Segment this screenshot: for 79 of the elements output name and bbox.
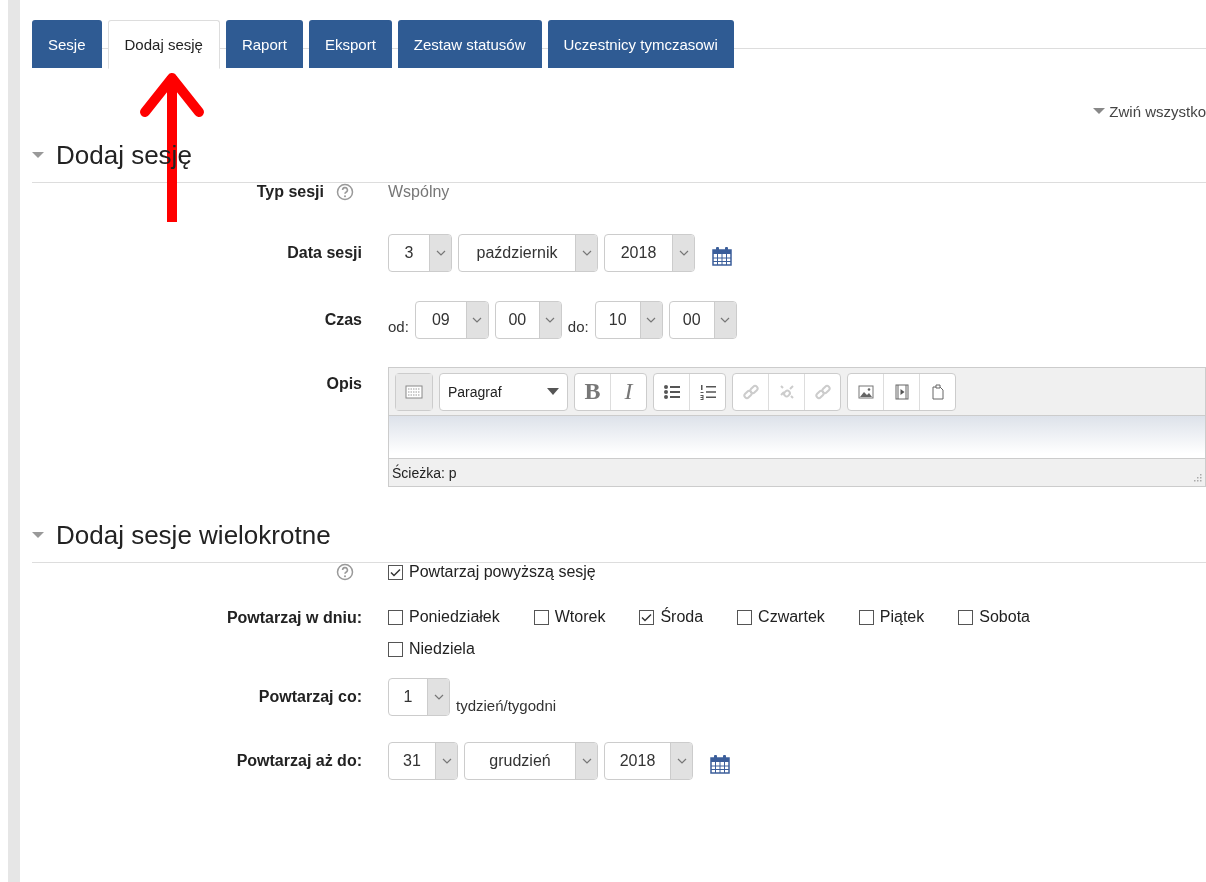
checkbox[interactable]	[858, 609, 874, 625]
dropdown[interactable]: 09	[414, 301, 489, 339]
tab[interactable]: Raport	[225, 20, 303, 68]
chevron-icon	[581, 250, 592, 256]
dropdown[interactable]: grudzień	[464, 742, 598, 780]
check-icon	[390, 567, 401, 577]
tab[interactable]: Zestaw statusów	[397, 20, 542, 68]
checkbox[interactable]	[533, 609, 549, 625]
tab[interactable]: Eksport	[308, 20, 392, 68]
numbered-list-icon	[698, 382, 717, 401]
bullet-list-icon	[662, 382, 681, 401]
dropdown[interactable]: 3	[388, 234, 452, 272]
chevron-icon	[678, 250, 689, 256]
chevron-icon	[646, 317, 657, 323]
field-label: Data sesji	[287, 244, 362, 262]
checkbox-label: Niedziela	[409, 640, 475, 658]
dropdown[interactable]: 31	[388, 742, 458, 780]
dropdown[interactable]: 2018	[604, 742, 693, 780]
chevron-icon	[545, 317, 556, 323]
tab[interactable]: Uczestnicy tymczasowi	[547, 20, 734, 68]
field-label: Opis	[326, 375, 362, 393]
checkbox-label: Poniedziałek	[409, 608, 500, 626]
checkbox[interactable]	[388, 609, 403, 625]
dropdown[interactable]: 10	[594, 301, 663, 339]
tab[interactable]: Sesje	[32, 20, 102, 68]
time-label: od:	[388, 318, 409, 337]
field-label: Powtarzaj w dniu:	[226, 609, 362, 627]
calendar-icon	[709, 753, 731, 775]
italic-button[interactable]: I	[610, 373, 646, 410]
format-dropdown[interactable]: Paragraf	[440, 373, 567, 410]
unlink-icon	[777, 382, 796, 401]
checkbox[interactable]	[958, 609, 974, 625]
field-value: Wspólny	[388, 183, 450, 201]
time-label: do:	[567, 318, 589, 337]
tab[interactable]: Dodaj sesję	[107, 20, 220, 69]
field-label: Typ sesji	[256, 183, 324, 201]
collapse-all-link[interactable]: Zwiń wszystko	[1093, 101, 1206, 121]
field-label: Czas	[324, 311, 362, 329]
checkbox-label: Sobota	[979, 608, 1030, 626]
dropdown[interactable]: 00	[494, 301, 562, 339]
chevron-icon	[435, 250, 446, 256]
image-icon	[856, 382, 875, 401]
chevron-icon	[433, 694, 444, 700]
checkbox[interactable]	[388, 641, 403, 657]
checkbox-label: Piątek	[879, 608, 925, 626]
calendar-icon	[711, 245, 733, 267]
section-heading[interactable]: Dodaj sesje wielokrotne	[32, 517, 1206, 553]
chevron-icon	[472, 317, 483, 323]
dropdown[interactable]: 00	[668, 301, 737, 339]
chevron-icon	[720, 317, 731, 323]
caret-icon	[1093, 107, 1106, 115]
chevron-icon	[441, 758, 452, 764]
element-path: Ścieżka: p	[392, 464, 457, 481]
check-icon	[641, 612, 653, 622]
checkbox-label: Wtorek	[554, 608, 606, 626]
field-label: Powtarzaj co:	[258, 688, 362, 706]
dropdown[interactable]: październik	[458, 234, 598, 272]
chevron-icon	[676, 758, 687, 764]
toolbar-toggle-icon	[405, 382, 423, 401]
chevron-icon	[581, 758, 592, 764]
caret-icon	[547, 388, 559, 395]
dropdown[interactable]: 2018	[604, 234, 695, 272]
help-icon	[336, 563, 354, 581]
field-label: Powtarzaj aż do:	[236, 752, 362, 770]
toolbar-toggle-button[interactable]	[396, 373, 432, 410]
video-icon	[892, 382, 911, 401]
checkbox-label: Środa	[660, 608, 704, 626]
dropdown[interactable]: 1	[388, 678, 450, 716]
bold-button[interactable]: B	[575, 373, 610, 410]
checkbox-label: Powtarzaj powyższą sesję	[409, 563, 596, 581]
checkbox[interactable]	[388, 564, 403, 580]
resize-grip-icon	[1192, 474, 1202, 484]
checkbox-label: Czwartek	[758, 608, 825, 626]
help-icon	[336, 183, 354, 201]
unit-label: tydzień/tygodni	[456, 697, 557, 716]
checkbox[interactable]	[737, 609, 753, 625]
anchor-icon	[813, 382, 832, 401]
checkbox[interactable]	[639, 609, 655, 625]
link-icon	[741, 382, 760, 401]
